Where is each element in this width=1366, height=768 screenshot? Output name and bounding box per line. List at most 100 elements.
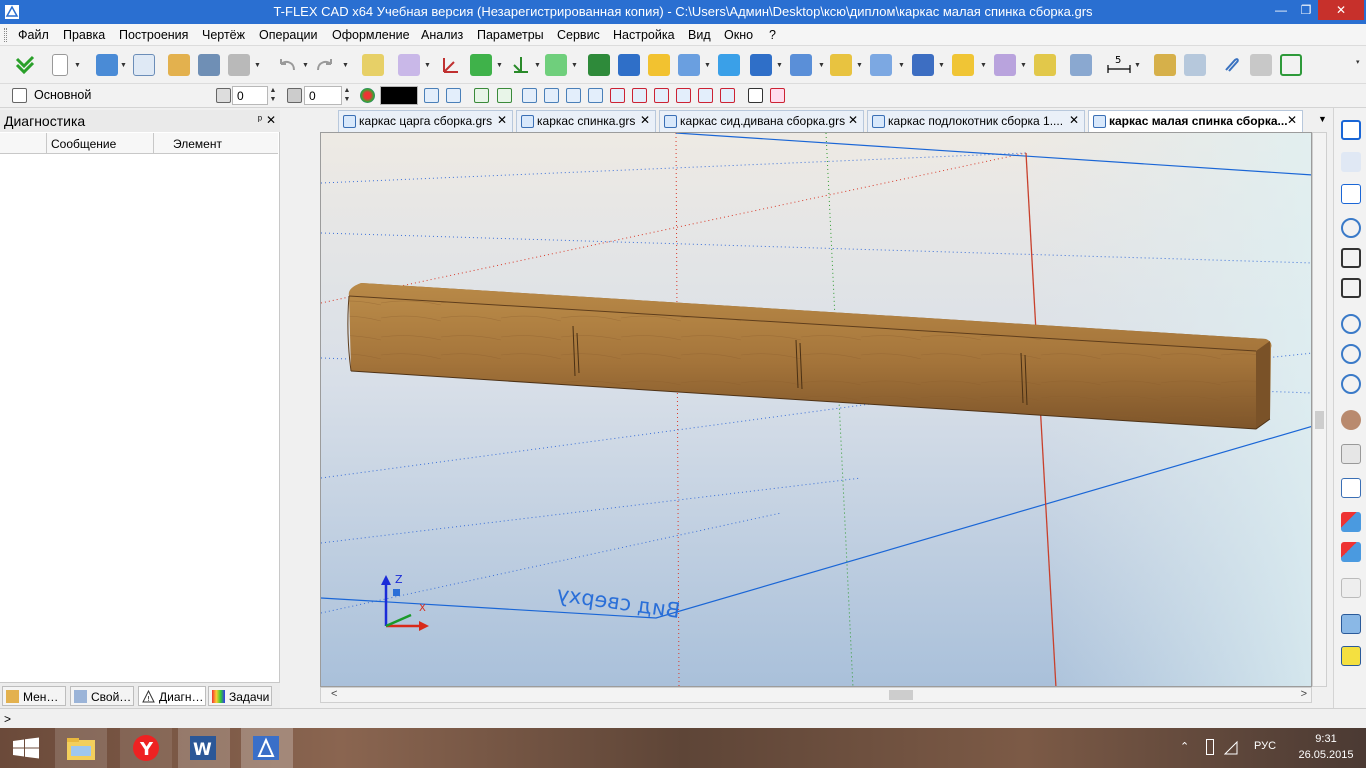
doc-tab-close-icon[interactable]: ✕ [640, 113, 650, 127]
redo-icon[interactable] [314, 54, 336, 76]
redo-dropdown-icon[interactable]: ▼ [342, 62, 349, 69]
filter-6-icon[interactable] [632, 88, 647, 103]
save-icon[interactable] [198, 54, 220, 76]
tab-menu[interactable]: Мен… [2, 686, 66, 706]
boolean-icon[interactable] [678, 54, 700, 76]
check-bodies-icon[interactable] [1341, 542, 1361, 562]
check-body-icon[interactable] [1341, 512, 1361, 532]
calculator-icon[interactable] [1184, 54, 1206, 76]
extrude-icon[interactable] [588, 54, 610, 76]
view-cube-icon[interactable] [1341, 614, 1361, 634]
menu-view[interactable]: Вид [688, 28, 711, 42]
snap-2-icon[interactable] [497, 88, 512, 103]
scroll-thumb[interactable] [1315, 411, 1324, 429]
layer-spinner[interactable]: ▲ ▼ [268, 86, 278, 105]
3d-viewport[interactable]: Вид сверху Z X [320, 132, 1312, 687]
new-dropdown-icon[interactable]: ▼ [74, 62, 81, 69]
undo-icon[interactable] [276, 54, 298, 76]
doc-tab-close-icon[interactable]: ✕ [497, 113, 507, 127]
select-all-icon[interactable] [748, 88, 763, 103]
menu-drawing[interactable]: Чертёж [202, 28, 245, 42]
sketch-dropdown-icon[interactable]: ▼ [496, 62, 503, 69]
rotate-icon[interactable] [618, 54, 640, 76]
tab-tasks[interactable]: Задачи [208, 686, 272, 706]
start-button[interactable] [0, 728, 52, 768]
doc-tab-podlokotnik[interactable]: каркас подлокотник сборка 1.... ✕ [867, 110, 1085, 132]
zoom-in-icon[interactable] [1341, 314, 1361, 334]
doc-tab-sid-divana[interactable]: каркас сид.дивана сборка.grs ✕ [659, 110, 864, 132]
column-message[interactable]: Сообщение [51, 137, 116, 151]
chamfer-dropdown-icon[interactable]: ▼ [776, 62, 783, 69]
shell-icon[interactable] [830, 54, 852, 76]
tab-diagnostics[interactable]: ! Диагн… [138, 686, 206, 706]
confirm-icon[interactable] [14, 54, 36, 76]
properties-icon[interactable] [362, 54, 384, 76]
snap-1-icon[interactable] [474, 88, 489, 103]
doc-tab-spinka[interactable]: каркас спинка.grs ✕ [516, 110, 656, 132]
scroll-left-icon[interactable]: < [331, 688, 337, 700]
color-palette-icon[interactable] [360, 88, 375, 103]
surface-dropdown-icon[interactable]: ▼ [980, 62, 987, 69]
fillet-icon[interactable] [718, 54, 740, 76]
doc-tab-close-icon[interactable]: ✕ [1069, 113, 1079, 127]
select-filter-icon[interactable] [770, 88, 785, 103]
dimension-icon[interactable]: 5 [1106, 54, 1131, 76]
glasses-icon[interactable] [1341, 410, 1361, 430]
doc-tab-tsarga[interactable]: каркас царга сборка.grs ✕ [338, 110, 513, 132]
menu-help[interactable]: ? [769, 28, 776, 42]
zoom-previous-icon[interactable] [1341, 374, 1361, 394]
tabs-list-icon[interactable]: ▼ [1318, 114, 1327, 124]
model-window-icon[interactable] [133, 54, 155, 76]
print-dropdown-icon[interactable]: ▼ [254, 62, 261, 69]
tab-properties[interactable]: Свой… [70, 686, 134, 706]
color-dropdown-icon[interactable] [424, 88, 439, 103]
node-dropdown-icon[interactable]: ▼ [534, 62, 541, 69]
filter-7-icon[interactable] [654, 88, 669, 103]
menu-construct[interactable]: Построения [119, 28, 188, 42]
filter-3-icon[interactable] [566, 88, 581, 103]
shaded-view-icon[interactable] [1341, 646, 1361, 666]
body-dropdown-icon[interactable]: ▼ [898, 62, 905, 69]
workplane-icon[interactable] [398, 54, 420, 76]
array-dropdown-icon[interactable]: ▼ [818, 62, 825, 69]
pin-icon[interactable]: ᵖ [258, 114, 262, 126]
menu-operations[interactable]: Операции [259, 28, 317, 42]
tray-expand-icon[interactable]: ⌃ [1180, 740, 1189, 753]
zoom-out-icon[interactable] [1341, 344, 1361, 364]
yandex-browser-button[interactable]: Y [120, 728, 172, 768]
list-icon[interactable] [446, 88, 461, 103]
filter-4-icon[interactable] [588, 88, 603, 103]
plane-icon[interactable] [1341, 578, 1361, 598]
style-icon[interactable] [12, 88, 27, 103]
column-element[interactable]: Элемент [173, 137, 222, 151]
window-layout-icon[interactable] [1280, 54, 1302, 76]
filter-10-icon[interactable] [720, 88, 735, 103]
workplane-dropdown-icon[interactable]: ▼ [424, 62, 431, 69]
doc-tab-close-icon[interactable]: ✕ [848, 113, 858, 127]
filter-2-icon[interactable] [544, 88, 559, 103]
filter-8-icon[interactable] [676, 88, 691, 103]
menu-parameters[interactable]: Параметры [477, 28, 544, 42]
level-spinner[interactable]: ▲ ▼ [342, 86, 352, 105]
minimize-button[interactable]: — [1268, 0, 1294, 20]
sheet-metal-dropdown-icon[interactable]: ▼ [1020, 62, 1027, 69]
filter-9-icon[interactable] [698, 88, 713, 103]
zoom-window-icon[interactable] [1341, 278, 1361, 298]
boolean-dropdown-icon[interactable]: ▼ [704, 62, 711, 69]
filter-1-icon[interactable] [522, 88, 537, 103]
variables-icon[interactable] [1250, 54, 1272, 76]
network-icon[interactable] [1223, 739, 1238, 758]
tflex-button[interactable] [241, 728, 293, 768]
panel-close-icon[interactable]: ✕ [266, 113, 276, 127]
menu-settings[interactable]: Настройка [613, 28, 675, 42]
shell-dropdown-icon[interactable]: ▼ [856, 62, 863, 69]
menu-grip[interactable] [4, 28, 7, 42]
doc-tab-malaya-spinka[interactable]: каркас малая спинка сборка... ✕ [1088, 110, 1303, 132]
menu-analysis[interactable]: Анализ [421, 28, 463, 42]
filter-5-icon[interactable] [610, 88, 625, 103]
doc-tab-close-icon[interactable]: ✕ [1287, 113, 1297, 127]
menu-edit[interactable]: Правка [63, 28, 105, 42]
frame-icon[interactable] [1341, 478, 1361, 498]
new-3d-dropdown-icon[interactable]: ▼ [120, 62, 127, 69]
profile-icon[interactable] [545, 54, 567, 76]
